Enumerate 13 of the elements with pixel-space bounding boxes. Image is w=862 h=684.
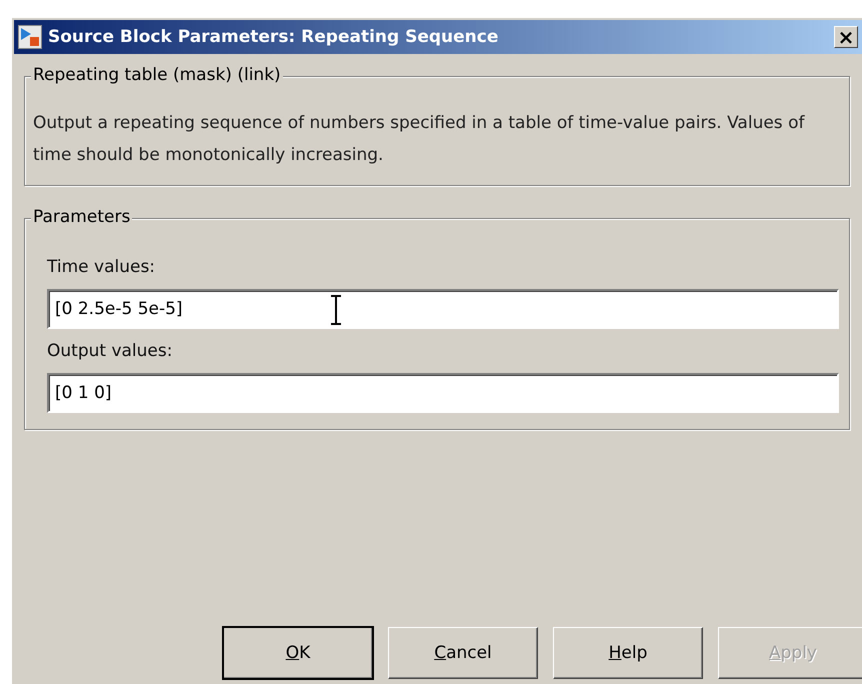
group-title: Repeating table (mask) (link) <box>31 65 283 85</box>
dialog-button[interactable]: Help <box>553 627 703 679</box>
close-button[interactable]: × <box>834 26 858 48</box>
dialog-button[interactable]: OK <box>223 627 373 679</box>
block-icon <box>18 25 42 49</box>
input-field[interactable]: [0 2.5e-5 5e-5] <box>47 289 839 329</box>
text-cursor-icon <box>330 295 342 325</box>
field-label: Output values: <box>47 341 174 361</box>
input-field[interactable]: [0 1 0] <box>47 373 839 413</box>
dialog-button[interactable]: Cancel <box>388 627 538 679</box>
description-text: Output a repeating sequence of numbers specified in a table of time-value pairs. Values of time should be monotonically increasing. <box>33 112 806 167</box>
field-label: Time values: <box>47 257 156 277</box>
window-title: Source Block Parameters: Repeating Sequence <box>48 27 500 47</box>
